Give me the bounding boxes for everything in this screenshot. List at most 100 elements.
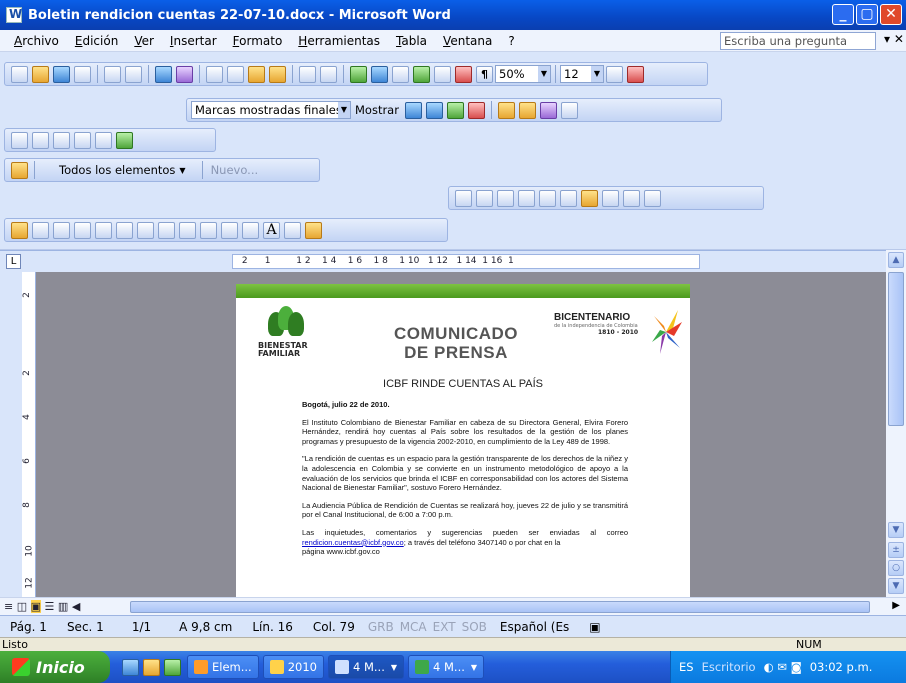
open-folder-icon[interactable] — [32, 65, 49, 83]
tables-borders-icon[interactable] — [371, 65, 388, 83]
email-link[interactable]: rendicion.cuentas@icbf.gov.co — [302, 538, 404, 547]
cut-icon[interactable] — [206, 65, 223, 83]
scroll-right-icon[interactable]: ▶ — [892, 600, 900, 611]
align-left-icon[interactable] — [602, 189, 619, 207]
text-effects-icon[interactable] — [476, 189, 493, 207]
status-sob[interactable]: SOB — [459, 620, 490, 634]
combobox-icon[interactable] — [179, 221, 196, 239]
new-frame-above-icon[interactable] — [74, 131, 91, 149]
outlook-icon[interactable] — [143, 658, 160, 676]
nuevo-button[interactable]: Nuevo... — [211, 163, 259, 177]
all-elements-select[interactable]: Todos los elementos — [59, 163, 175, 177]
spelling-status-icon[interactable]: ▣ — [579, 620, 610, 634]
columns-layout-icon[interactable] — [644, 189, 661, 207]
normal-view-icon[interactable]: ≡ — [4, 600, 13, 613]
permission-icon[interactable] — [74, 65, 91, 83]
document-page[interactable]: BIENESTAR FAMILIAR COMUNICADO DE PRENSA B… — [236, 284, 690, 597]
ie-icon[interactable] — [122, 658, 139, 676]
browse-object-icon[interactable]: ○ — [888, 560, 904, 576]
more-controls-icon[interactable] — [305, 221, 322, 239]
strikethrough-icon[interactable] — [497, 189, 514, 207]
document-area[interactable]: BIENESTAR FAMILIAR COMUNICADO DE PRENSA B… — [36, 272, 886, 597]
tab-selector-icon[interactable]: L — [6, 254, 21, 269]
phonetic-guide-icon[interactable] — [455, 189, 472, 207]
scroll-thumb[interactable] — [888, 272, 904, 426]
status-mca[interactable]: MCA — [397, 620, 430, 634]
image-icon[interactable] — [284, 221, 301, 239]
zoom-select[interactable]: 50% ▼ — [495, 65, 551, 83]
previous-page-icon[interactable]: ± — [888, 542, 904, 558]
start-button[interactable]: Inicio — [0, 651, 110, 683]
save-icon[interactable] — [53, 65, 70, 83]
scrollbar-icon[interactable] — [242, 221, 259, 239]
design-mode-icon[interactable] — [11, 221, 28, 239]
listbox-icon[interactable] — [158, 221, 175, 239]
task-button[interactable]: Elem... — [187, 655, 259, 679]
ruler-scale[interactable]: 2 1 1 2 1 4 1 6 1 8 1 10 1 12 1 14 1 16 … — [232, 254, 700, 269]
ask-question-input[interactable]: Escriba una pregunta — [720, 32, 876, 50]
next-page-icon[interactable]: ▼ — [888, 578, 904, 594]
horizontal-scrollbar[interactable]: ≡ ◫ ▣ ☰ ▥ ◀ ▶ — [0, 597, 906, 615]
highlight-icon[interactable] — [518, 101, 536, 119]
menu-tabla[interactable]: Tabla — [396, 34, 427, 48]
menu-herramientas[interactable]: Herramientas — [298, 34, 380, 48]
horizontal-scroll-thumb[interactable] — [130, 601, 870, 613]
maximize-button[interactable]: ▢ — [856, 4, 878, 25]
spin-button-icon[interactable] — [221, 221, 238, 239]
redo-icon[interactable] — [320, 65, 337, 83]
task-button[interactable]: 2010 — [262, 655, 324, 679]
command-button-icon[interactable] — [116, 221, 133, 239]
minimize-button[interactable]: _ — [832, 4, 854, 25]
menu-insertar[interactable]: Insertar — [170, 34, 217, 48]
web-view-icon[interactable]: ◫ — [17, 600, 27, 613]
research-icon[interactable] — [176, 65, 193, 83]
language-indicator[interactable]: ES — [679, 660, 694, 674]
outline-view-icon[interactable]: ☰ — [45, 600, 55, 613]
menu-help[interactable]: ? — [508, 34, 514, 48]
combine-characters-icon[interactable] — [539, 189, 556, 207]
checkbox-icon[interactable] — [74, 221, 91, 239]
frame-properties-icon[interactable] — [116, 131, 133, 149]
vertical-scrollbar[interactable]: ▲ ▼ ± ○ ▼ — [886, 250, 906, 597]
menu-ver[interactable]: Ver — [134, 34, 154, 48]
menu-archivo[interactable]: Archivo — [14, 34, 59, 48]
previous-change-icon[interactable] — [404, 101, 422, 119]
copy-icon[interactable] — [227, 65, 244, 83]
textbox-icon[interactable] — [95, 221, 112, 239]
styles-formatting-icon[interactable] — [11, 161, 28, 179]
hyperlink-icon[interactable] — [350, 65, 367, 83]
print-layout-icon[interactable]: ▣ — [30, 600, 42, 613]
toc-icon[interactable] — [11, 131, 28, 149]
new-frame-left-icon[interactable] — [32, 131, 49, 149]
task-button-word[interactable]: 4 M... ▼ — [328, 655, 405, 679]
option-button-icon[interactable] — [137, 221, 154, 239]
desktop-icon[interactable] — [164, 658, 181, 676]
insert-excel-icon[interactable] — [413, 65, 430, 83]
print-preview-icon[interactable] — [125, 65, 142, 83]
mostrar-menu[interactable]: Mostrar — [355, 103, 399, 117]
enclose-characters-icon[interactable] — [560, 189, 577, 207]
insert-table-icon[interactable] — [392, 65, 409, 83]
status-grb[interactable]: GRB — [365, 620, 397, 634]
toggle-button-icon[interactable] — [200, 221, 217, 239]
accept-change-icon[interactable] — [446, 101, 464, 119]
close-document-icon[interactable]: ▾ ✕ — [884, 32, 904, 46]
word-app-icon[interactable] — [6, 7, 22, 23]
menu-edicion[interactable]: Edición — [75, 34, 118, 48]
new-document-icon[interactable] — [11, 65, 28, 83]
status-ext[interactable]: EXT — [430, 620, 459, 634]
close-button[interactable]: ✕ — [880, 4, 902, 25]
show-hide-icon[interactable]: ¶ — [476, 65, 493, 83]
character-scaling-icon[interactable] — [518, 189, 535, 207]
reviewing-pane-icon[interactable] — [560, 101, 578, 119]
desktop-toolbar[interactable]: Escritorio — [702, 660, 756, 674]
format-painter-icon[interactable] — [269, 65, 286, 83]
new-comment-icon[interactable] — [497, 101, 515, 119]
scroll-up-icon[interactable]: ▲ — [888, 252, 904, 268]
new-frame-right-icon[interactable] — [53, 131, 70, 149]
reading-view-icon[interactable]: ▥ — [58, 600, 68, 613]
reject-change-icon[interactable] — [467, 101, 485, 119]
font-color-icon[interactable] — [627, 65, 644, 83]
distributed-icon[interactable] — [581, 189, 598, 207]
tray-icons[interactable]: ◐ ✉ ◙ — [764, 660, 802, 674]
